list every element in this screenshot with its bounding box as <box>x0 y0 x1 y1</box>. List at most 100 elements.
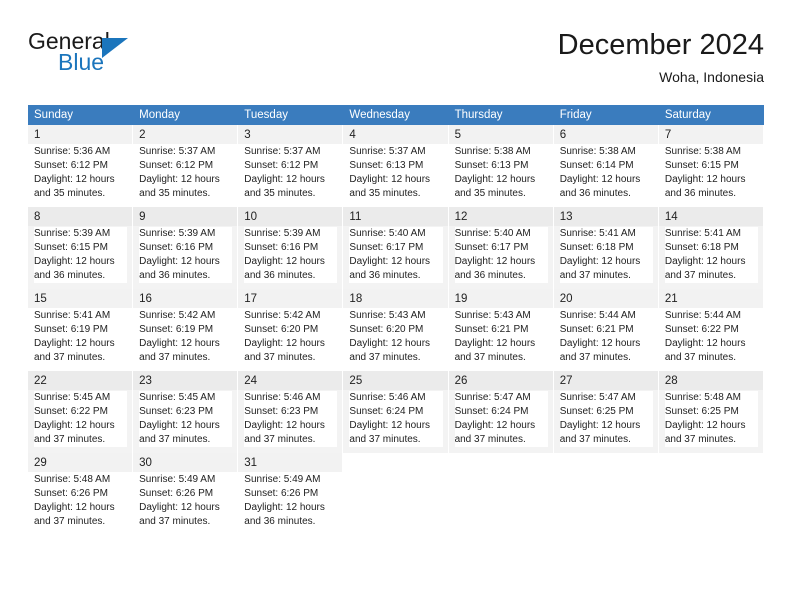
day-number: 22 <box>34 375 47 387</box>
calendar-day-cell[interactable]: 1 Sunrise: 5:36 AM Sunset: 6:12 PM Daylight… <box>28 125 134 207</box>
day-number: 9 <box>139 211 146 223</box>
day-daylight-line1-text: Daylight: 12 hours <box>244 420 325 431</box>
day-daylight-line2-text: and 35 minutes. <box>349 188 421 199</box>
calendar-day-cell[interactable]: 2 Sunrise: 5:37 AM Sunset: 6:12 PM Daylight… <box>133 125 239 207</box>
calendar-day-cell[interactable]: 19 Sunrise: 5:43 AM Sunset: 6:21 PM Dayligh… <box>448 289 554 371</box>
calendar-day-cell[interactable]: 6 Sunrise: 5:38 AM Sunset: 6:14 PM Daylight… <box>553 125 659 207</box>
day-daylight-line1-text: Daylight: 12 hours <box>244 174 325 185</box>
calendar-day-cell[interactable]: 10 Sunrise: 5:39 AM Sunset: 6:16 PM Dayligh… <box>238 207 344 289</box>
day-cell-content: 31 Sunrise: 5:49 AM Sunset: 6:26 PM Dayligh… <box>244 456 338 529</box>
day-detail: Sunrise: 5:36 AM Sunset: 6:12 PM Daylight:… <box>34 145 128 201</box>
calendar-day-cell[interactable]: 25 Sunrise: 5:46 AM Sunset: 6:24 PM Dayligh… <box>343 371 449 453</box>
calendar-day-cell[interactable]: 28 Sunrise: 5:48 AM Sunset: 6:25 PM Dayligh… <box>658 371 764 453</box>
day-cell-inner: 5 Sunrise: 5:38 AM Sunset: 6:13 PM Daylight… <box>448 125 554 207</box>
brand-logo[interactable]: General Blue <box>28 28 248 88</box>
day-cell-content <box>560 456 653 471</box>
day-cell-content <box>349 456 442 471</box>
calendar-day-cell[interactable]: 21 Sunrise: 5:44 AM Sunset: 6:22 PM Dayligh… <box>658 289 764 371</box>
day-sunrise-text: Sunrise: 5:39 AM <box>139 228 216 239</box>
day-sunset-text: Sunset: 6:26 PM <box>244 488 319 499</box>
calendar-day-cell[interactable]: 15 Sunrise: 5:41 AM Sunset: 6:19 PM Dayligh… <box>28 289 134 371</box>
calendar-day-cell[interactable]: 27 Sunrise: 5:47 AM Sunset: 6:25 PM Dayligh… <box>553 371 659 453</box>
day-cell-inner: 12 Sunrise: 5:40 AM Sunset: 6:17 PM Dayligh… <box>448 207 554 289</box>
day-sunset-text: Sunset: 6:22 PM <box>664 324 739 335</box>
day-daylight-line1-text: Daylight: 12 hours <box>34 502 115 513</box>
weekday-header-friday: Friday <box>553 105 659 125</box>
day-number: 11 <box>349 211 362 223</box>
day-cell-inner: 22 Sunrise: 5:45 AM Sunset: 6:22 PM Dayligh… <box>28 371 134 453</box>
day-detail: Sunrise: 5:46 AM Sunset: 6:24 PM Daylight:… <box>349 391 443 447</box>
day-detail: Sunrise: 5:41 AM Sunset: 6:19 PM Daylight:… <box>34 309 128 365</box>
day-cell-inner: 14 Sunrise: 5:41 AM Sunset: 6:18 PM Dayligh… <box>658 207 764 289</box>
day-sunrise-text: Sunrise: 5:47 AM <box>454 392 531 403</box>
day-detail: Sunrise: 5:49 AM Sunset: 6:26 PM Daylight:… <box>244 473 338 529</box>
calendar-day-cell[interactable]: 9 Sunrise: 5:39 AM Sunset: 6:16 PM Daylight… <box>133 207 239 289</box>
calendar-day-cell[interactable]: 26 Sunrise: 5:47 AM Sunset: 6:24 PM Dayligh… <box>448 371 554 453</box>
day-detail: Sunrise: 5:44 AM Sunset: 6:21 PM Daylight:… <box>559 309 653 365</box>
day-number: 5 <box>454 129 461 141</box>
calendar-day-cell[interactable]: 3 Sunrise: 5:37 AM Sunset: 6:12 PM Daylight… <box>238 125 344 207</box>
calendar-day-cell[interactable]: 14 Sunrise: 5:41 AM Sunset: 6:18 PM Dayligh… <box>658 207 764 289</box>
day-cell-content: 4 Sunrise: 5:37 AM Sunset: 6:13 PM Daylight… <box>349 128 443 201</box>
day-sunset-text: Sunset: 6:25 PM <box>664 406 739 417</box>
day-sunset-text: Sunset: 6:17 PM <box>454 242 529 253</box>
day-daylight-line1-text: Daylight: 12 hours <box>34 420 115 431</box>
day-daylight-line1-text: Daylight: 12 hours <box>139 174 220 185</box>
calendar-day-cell[interactable]: 30 Sunrise: 5:49 AM Sunset: 6:26 PM Dayligh… <box>133 453 239 535</box>
day-daylight-line1-text: Daylight: 12 hours <box>34 256 115 267</box>
day-sunrise-text: Sunrise: 5:48 AM <box>34 474 111 485</box>
calendar-day-cell[interactable]: 22 Sunrise: 5:45 AM Sunset: 6:22 PM Dayligh… <box>28 371 134 453</box>
day-number: 12 <box>454 211 468 223</box>
day-number: 23 <box>139 375 152 387</box>
calendar-day-cell[interactable]: 17 Sunrise: 5:42 AM Sunset: 6:20 PM Dayligh… <box>238 289 344 371</box>
calendar-day-cell[interactable]: 13 Sunrise: 5:41 AM Sunset: 6:18 PM Dayligh… <box>553 207 659 289</box>
calendar-day-cell[interactable]: 11 Sunrise: 5:40 AM Sunset: 6:17 PM Dayligh… <box>343 207 449 289</box>
day-cell-inner: 9 Sunrise: 5:39 AM Sunset: 6:16 PM Daylight… <box>133 207 239 289</box>
calendar-body: 1 Sunrise: 5:36 AM Sunset: 6:12 PM Daylight… <box>28 125 764 535</box>
calendar-day-cell <box>658 453 764 535</box>
day-number: 17 <box>244 293 258 305</box>
triangle-logo-icon <box>102 38 128 58</box>
day-daylight-line2-text: and 35 minutes. <box>244 188 316 199</box>
calendar-day-cell[interactable]: 31 Sunrise: 5:49 AM Sunset: 6:26 PM Dayligh… <box>238 453 344 535</box>
day-number: 29 <box>34 457 47 469</box>
day-cell-content: 23 Sunrise: 5:45 AM Sunset: 6:23 PM Dayligh… <box>139 374 233 447</box>
calendar-day-cell[interactable]: 12 Sunrise: 5:40 AM Sunset: 6:17 PM Dayligh… <box>448 207 554 289</box>
title-block: December 2024 Woha, Indonesia <box>558 28 764 87</box>
calendar-day-cell[interactable]: 4 Sunrise: 5:37 AM Sunset: 6:13 PM Daylight… <box>343 125 449 207</box>
day-cell-inner: 6 Sunrise: 5:38 AM Sunset: 6:14 PM Daylight… <box>553 125 659 207</box>
day-sunrise-text: Sunrise: 5:42 AM <box>244 310 321 321</box>
calendar-day-cell[interactable]: 23 Sunrise: 5:45 AM Sunset: 6:23 PM Dayligh… <box>133 371 239 453</box>
day-cell-content: 24 Sunrise: 5:46 AM Sunset: 6:23 PM Dayligh… <box>244 374 338 447</box>
calendar-week-row: 29 Sunrise: 5:48 AM Sunset: 6:26 PM Dayligh… <box>28 453 764 535</box>
day-cell-inner: 8 Sunrise: 5:39 AM Sunset: 6:15 PM Daylight… <box>28 207 134 289</box>
day-sunrise-text: Sunrise: 5:45 AM <box>34 392 111 403</box>
calendar-day-cell[interactable]: 7 Sunrise: 5:38 AM Sunset: 6:15 PM Daylight… <box>658 125 764 207</box>
calendar-day-cell[interactable]: 16 Sunrise: 5:42 AM Sunset: 6:19 PM Dayligh… <box>133 289 239 371</box>
day-detail: Sunrise: 5:43 AM Sunset: 6:20 PM Daylight:… <box>349 309 443 365</box>
calendar-table: Sunday Monday Tuesday Wednesday Thursday… <box>28 105 764 535</box>
day-number: 21 <box>664 293 678 305</box>
calendar-day-cell[interactable]: 24 Sunrise: 5:46 AM Sunset: 6:23 PM Dayligh… <box>238 371 344 453</box>
day-daylight-line2-text: and 37 minutes. <box>559 352 631 363</box>
day-sunset-text: Sunset: 6:26 PM <box>34 488 108 499</box>
day-cell-inner: 16 Sunrise: 5:42 AM Sunset: 6:19 PM Dayligh… <box>133 289 239 371</box>
day-daylight-line2-text: and 37 minutes. <box>664 270 737 281</box>
day-daylight-line2-text: and 37 minutes. <box>664 434 737 445</box>
day-daylight-line2-text: and 36 minutes. <box>664 188 737 199</box>
day-cell-inner: 24 Sunrise: 5:46 AM Sunset: 6:23 PM Dayligh… <box>238 371 344 453</box>
day-cell-inner: 29 Sunrise: 5:48 AM Sunset: 6:26 PM Dayligh… <box>28 453 134 535</box>
day-daylight-line2-text: and 37 minutes. <box>34 516 106 527</box>
day-sunset-text: Sunset: 6:25 PM <box>559 406 634 417</box>
calendar-day-cell[interactable]: 29 Sunrise: 5:48 AM Sunset: 6:26 PM Dayligh… <box>28 453 134 535</box>
day-sunset-text: Sunset: 6:16 PM <box>139 242 214 253</box>
calendar-day-cell[interactable]: 8 Sunrise: 5:39 AM Sunset: 6:15 PM Daylight… <box>28 207 134 289</box>
calendar-day-cell[interactable]: 18 Sunrise: 5:43 AM Sunset: 6:20 PM Dayligh… <box>343 289 449 371</box>
day-cell-inner <box>449 453 554 535</box>
day-detail: Sunrise: 5:46 AM Sunset: 6:23 PM Daylight:… <box>244 391 338 447</box>
calendar-day-cell[interactable]: 5 Sunrise: 5:38 AM Sunset: 6:13 PM Daylight… <box>448 125 554 207</box>
day-cell-content: 25 Sunrise: 5:46 AM Sunset: 6:24 PM Dayligh… <box>349 374 443 447</box>
day-daylight-line1-text: Daylight: 12 hours <box>559 256 641 267</box>
calendar-day-cell[interactable]: 20 Sunrise: 5:44 AM Sunset: 6:21 PM Dayligh… <box>553 289 659 371</box>
day-detail: Sunrise: 5:47 AM Sunset: 6:24 PM Daylight:… <box>454 391 548 447</box>
